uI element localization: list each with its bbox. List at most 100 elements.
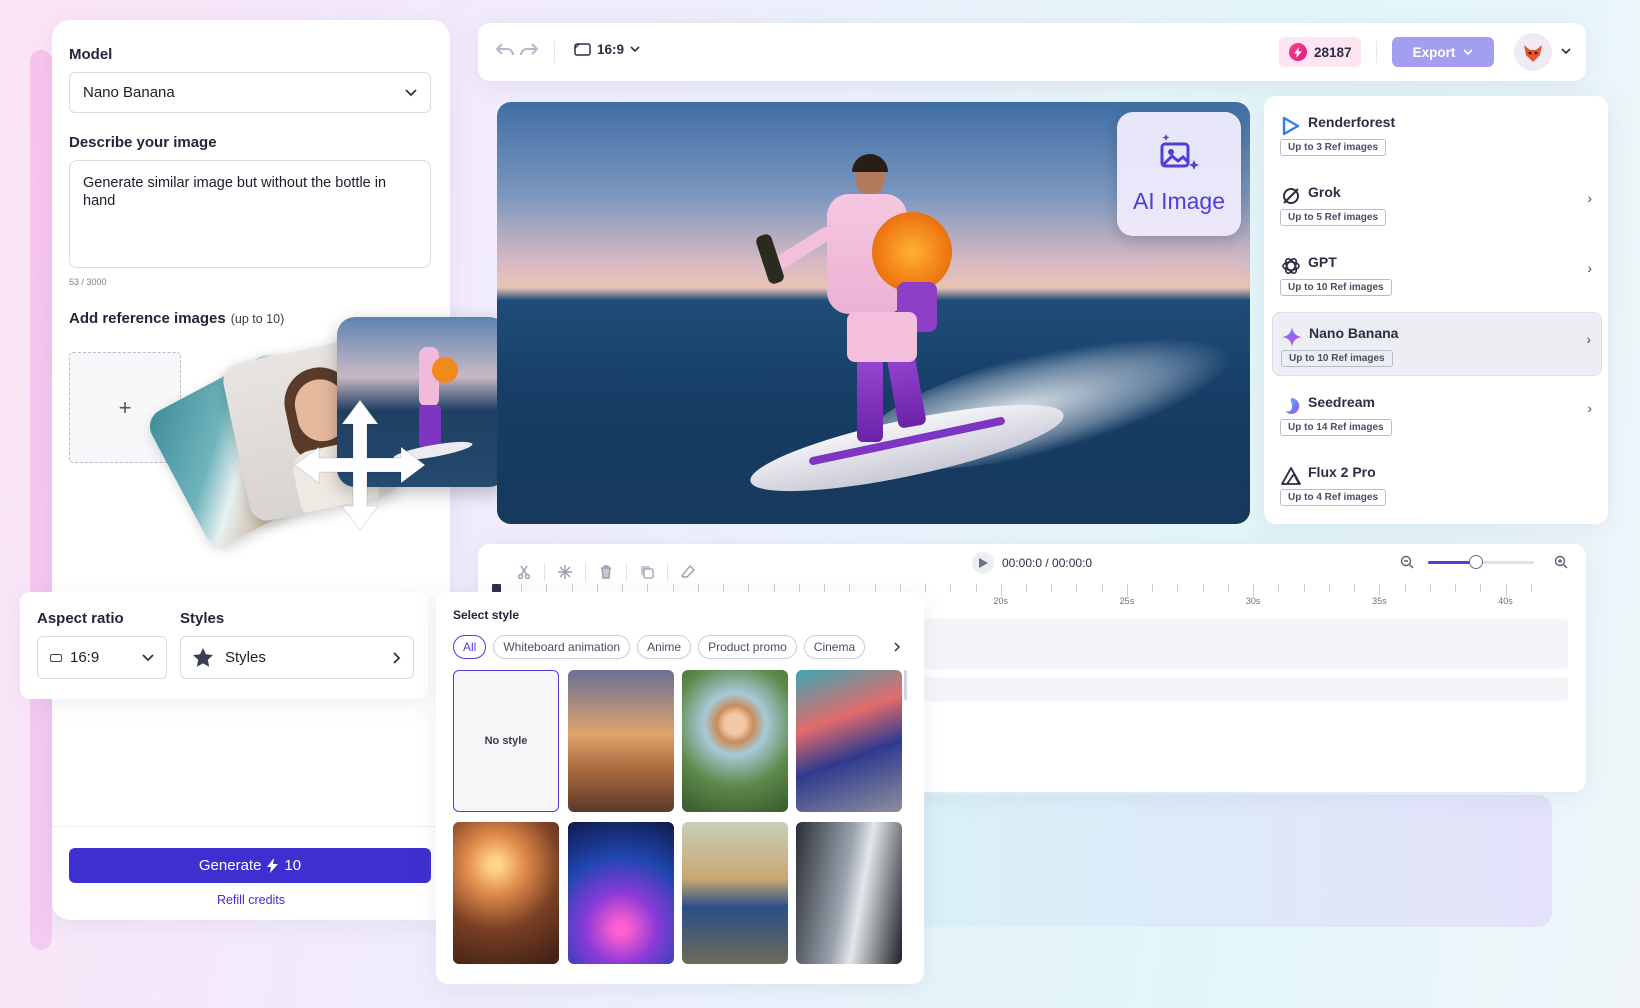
ruler-tick [697,584,699,592]
refill-credits-link[interactable]: Refill credits [52,893,450,907]
undo-icon[interactable] [496,43,514,57]
model-label: Model [69,46,113,63]
menu-item-name: Nano Banana [1309,325,1399,341]
decorative-panel [900,795,1552,927]
menu-item-badge: Up to 4 Ref images [1280,489,1387,506]
zoom-out-icon[interactable] [1400,555,1414,569]
style-chips: All Whiteboard animation Anime Product p… [453,635,891,659]
menu-item-seedream[interactable]: Seedream Up to 14 Ref images › [1272,382,1602,446]
menu-item-flux-2-pro[interactable]: Flux 2 Pro Up to 4 Ref images [1272,452,1602,516]
ruler-tick [773,584,775,592]
menu-item-renderforest[interactable]: Renderforest Up to 3 Ref images [1272,102,1602,166]
ruler-tick [1404,584,1406,592]
chip-all[interactable]: All [453,635,487,659]
seedream-icon [1285,397,1300,414]
ai-image-label: AI Image [1132,187,1226,214]
gpt-icon [1282,257,1300,275]
ruler-tick [975,584,977,592]
ruler-label: 35s [1372,596,1387,606]
ruler-tick [1379,584,1381,596]
style-thumbnail[interactable] [682,670,788,812]
play-button[interactable] [972,552,994,574]
zoom-slider-handle[interactable] [1468,555,1483,569]
menu-item-name: Flux 2 Pro [1308,464,1376,480]
aspect-styles-card: Aspect ratio Styles 16:9 Styles [20,592,428,699]
plus-icon: + [118,394,132,420]
play-icon [978,558,988,568]
menu-item-badge: Up to 10 Ref images [1281,350,1393,367]
ruler-tick [1480,584,1482,592]
ratio-dropdown[interactable]: 16:9 [574,42,640,57]
style-thumbnail[interactable] [682,822,788,964]
ratio-icon [50,653,62,662]
chip-whiteboard-animation[interactable]: Whiteboard animation [493,635,631,659]
preview-image: AI Image [497,102,1250,524]
style-thumbnail[interactable] [568,670,674,812]
model-select-value: Nano Banana [83,84,175,101]
image-sparkle-icon [1160,133,1199,170]
avatar[interactable] [1514,33,1552,71]
chip-anime[interactable]: Anime [637,635,692,659]
scrollbar[interactable] [904,670,907,700]
ruler-tick [1455,584,1457,592]
credits-badge[interactable]: 28187 [1279,37,1361,67]
style-thumbnail[interactable] [796,670,902,812]
duplicate-icon[interactable] [627,562,667,582]
chevron-right-icon: › [1587,400,1592,416]
ruler-tick [1126,584,1128,596]
styles-select[interactable]: Styles [180,636,414,679]
move-icon [295,400,425,530]
trash-icon[interactable] [586,562,626,582]
chips-next-button[interactable] [884,634,910,660]
flux-icon [1281,467,1301,485]
ruler-label: 20s [993,596,1009,606]
menu-item-nano-banana[interactable]: Nano Banana Up to 10 Ref images › [1272,312,1602,376]
zoom-in-icon[interactable] [1554,555,1568,569]
top-toolbar: 16:9 28187 Export [478,23,1586,81]
chip-product-promo[interactable]: Product promo [698,635,797,659]
menu-item-name: Grok [1308,184,1341,200]
ruler-tick [849,584,851,592]
export-button[interactable]: Export [1392,37,1494,67]
separator [554,41,555,63]
ruler-tick [1278,584,1280,592]
prompt-textarea[interactable]: Generate similar image but without the b… [69,160,431,268]
style-thumbnail[interactable] [453,822,559,964]
ruler-tick [1253,584,1255,596]
eraser-icon[interactable] [668,562,708,582]
styles-label: Styles [180,610,225,627]
generate-button[interactable]: Generate 10 [69,848,431,883]
scissors-icon[interactable] [504,562,544,582]
time-display: 00:00:0 / 00:00:0 [1002,556,1093,570]
ruler-tick [672,584,674,592]
grok-icon [1283,188,1299,204]
model-select[interactable]: Nano Banana [69,72,431,113]
style-thumbnail[interactable] [796,822,902,964]
model-menu: Renderforest Up to 3 Ref images Grok Up … [1264,96,1608,524]
style-thumbnail[interactable] [568,822,674,964]
ruler-tick [1505,584,1507,596]
chip-cinema[interactable]: Cinema [803,635,866,659]
chevron-right-icon: › [1587,260,1592,276]
menu-item-badge: Up to 5 Ref images [1280,209,1387,226]
ruler-tick [1429,584,1431,592]
chevron-down-icon [142,653,154,661]
menu-item-grok[interactable]: Grok Up to 5 Ref images › [1272,172,1602,236]
chevron-down-icon[interactable] [1561,48,1571,55]
ruler-tick [1051,584,1053,592]
timeline-tools [504,562,708,582]
ruler-tick [521,584,523,592]
ruler-tick [1303,584,1305,592]
ruler-tick [1354,584,1356,592]
redo-icon[interactable] [520,43,538,57]
menu-item-gpt[interactable]: GPT Up to 10 Ref images › [1272,242,1602,306]
zoom-slider[interactable] [1428,555,1534,569]
style-no-style[interactable]: No style [453,670,559,812]
freeze-icon[interactable] [545,562,585,582]
ruler-tick [1177,584,1179,592]
chevron-right-icon: › [1587,190,1592,206]
divider [52,826,450,827]
playback: 00:00:0 / 00:00:0 [972,552,1092,574]
menu-item-badge: Up to 3 Ref images [1280,139,1387,156]
aspect-select[interactable]: 16:9 [37,636,167,679]
